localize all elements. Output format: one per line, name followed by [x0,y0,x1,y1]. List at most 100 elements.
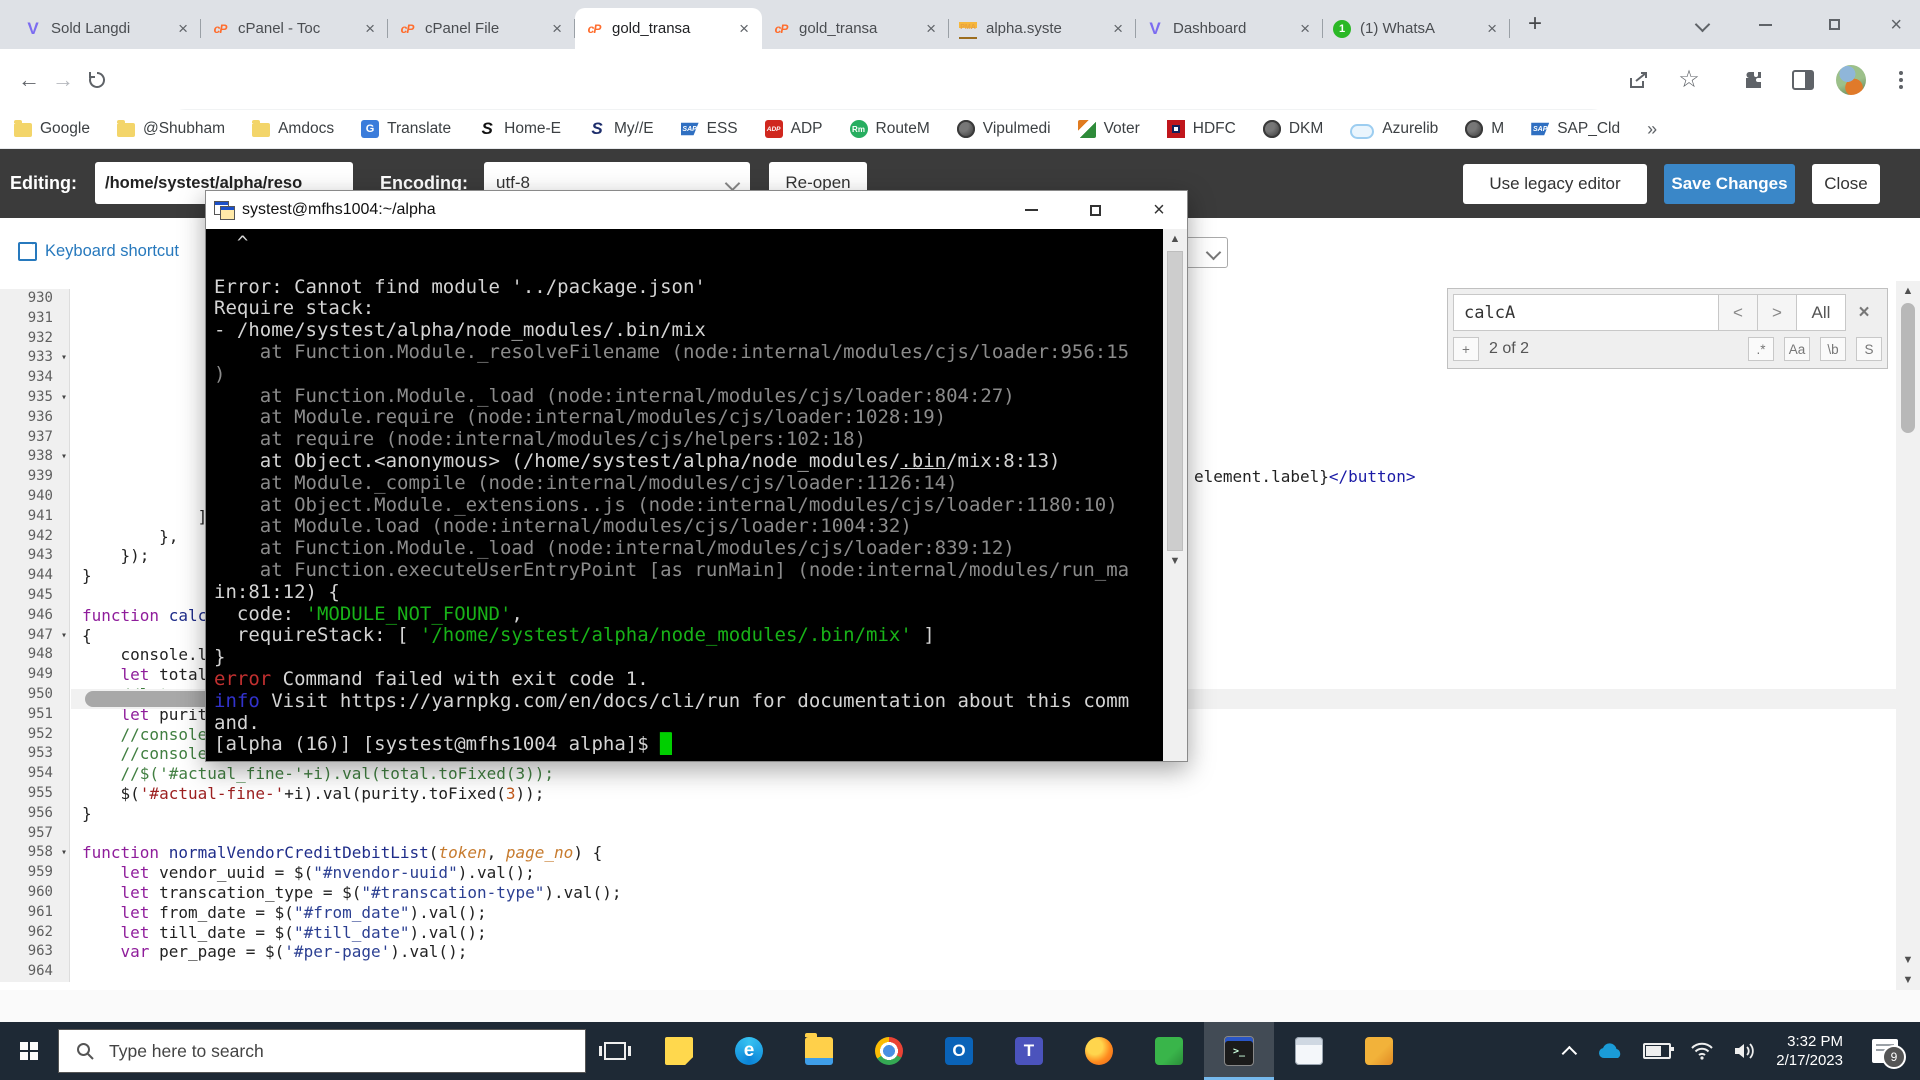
find-next-button[interactable]: > [1757,294,1797,331]
tab-close-icon[interactable]: × [1110,19,1126,38]
browser-tab[interactable]: 1(1) WhatsA× [1323,8,1510,49]
profile-avatar[interactable] [1834,63,1868,97]
bookmark-item[interactable]: SMy//E [588,120,654,138]
bookmark-item[interactable]: Google [14,120,90,138]
vscroll-thumb[interactable] [1901,303,1915,433]
task-view-button[interactable] [586,1022,644,1080]
window-maximize-button[interactable] [1829,0,1840,49]
start-button[interactable] [0,1022,58,1080]
bookmark-item[interactable]: RmRouteM [850,120,930,138]
taskbar-clock[interactable]: 3:32 PM 2/17/2023 [1776,1032,1843,1070]
new-tab-button[interactable]: + [1528,12,1542,36]
taskbar-app-green-app[interactable] [1134,1022,1204,1080]
bookmark-item[interactable]: HDFC [1167,120,1236,138]
window-minimize-button[interactable] [1759,0,1772,49]
terminal-scrollbar[interactable]: ▲ ▼ [1163,229,1187,761]
bookmarks-overflow-chevron[interactable]: » [1647,119,1657,140]
browser-tab[interactable]: PMAalpha.syste× [949,8,1136,49]
terminal-maximize-button[interactable] [1067,191,1123,229]
taskbar-app-file-explorer[interactable] [784,1022,854,1080]
putty-terminal-window[interactable]: systest@mfhs1004:~/alpha × ^ Error: Cann… [205,190,1188,762]
scroll-down-arrow-2[interactable]: ▼ [1903,970,1914,990]
tab-close-icon[interactable]: × [923,19,939,38]
tab-close-icon[interactable]: × [549,19,565,38]
terminal-scroll-thumb[interactable] [1167,251,1183,551]
bookmark-item[interactable]: SHome-E [478,120,561,138]
taskbar-app-calculator[interactable] [1274,1022,1344,1080]
selection-toggle[interactable]: S [1856,337,1882,361]
bookmark-item[interactable]: ADPADP [765,120,823,138]
bookmark-item[interactable]: @Shubham [117,120,225,138]
forward-button[interactable]: → [46,63,80,97]
fold-arrow-icon[interactable]: ▾ [61,626,67,646]
bookmark-item[interactable]: DKM [1263,120,1323,138]
tab-search-button[interactable] [1697,0,1708,49]
fold-arrow-icon[interactable]: ▾ [61,348,67,368]
notification-center-button[interactable]: 9 [1872,1039,1898,1063]
battery-icon[interactable] [1643,1043,1671,1059]
search-input[interactable] [1453,294,1719,331]
terminal-scroll-down[interactable]: ▼ [1170,551,1181,571]
bookmark-star-button[interactable]: ☆ [1672,63,1706,97]
tab-close-icon[interactable]: × [362,19,378,38]
taskbar-app-chrome-browser[interactable] [854,1022,924,1080]
editor-vertical-scrollbar[interactable]: ▲ ▼ ▼ [1896,281,1920,990]
taskbar-app-edge-browser[interactable]: e [714,1022,784,1080]
browser-tab[interactable]: cPcPanel File× [388,8,575,49]
find-close-button[interactable]: × [1846,294,1882,331]
browser-tab[interactable]: VSold Langdi× [14,8,201,49]
taskbar-app-orange-app[interactable] [1344,1022,1414,1080]
tab-close-icon[interactable]: × [1484,19,1500,38]
save-changes-button[interactable]: Save Changes [1664,164,1795,204]
bookmark-item[interactable]: Vipulmedi [957,120,1051,138]
onedrive-icon[interactable] [1596,1042,1624,1060]
scroll-up-arrow[interactable]: ▲ [1903,281,1914,301]
taskbar-app-outlook[interactable]: O [924,1022,994,1080]
whole-word-toggle[interactable]: \b [1820,337,1846,361]
scroll-down-arrow[interactable]: ▼ [1903,950,1914,970]
find-all-button[interactable]: All [1796,294,1846,331]
terminal-title-bar[interactable]: systest@mfhs1004:~/alpha × [206,191,1187,229]
bookmark-item[interactable]: Amdocs [252,120,334,138]
taskbar-app-putty-terminal[interactable]: >_ [1204,1022,1274,1080]
bookmark-item[interactable]: SAPESS [681,120,738,138]
bookmark-item[interactable]: SAPSAP_Cld [1531,120,1620,138]
browser-tab[interactable]: cPcPanel - Toc× [201,8,388,49]
bookmark-item[interactable]: M [1465,120,1504,138]
browser-menu-button[interactable] [1884,63,1918,97]
bookmark-item[interactable]: Azurelib [1350,120,1438,139]
terminal-minimize-button[interactable] [1003,191,1059,229]
close-editor-button[interactable]: Close [1812,164,1880,204]
browser-tab[interactable]: VDashboard× [1136,8,1323,49]
back-button[interactable]: ← [12,63,46,97]
tab-close-icon[interactable]: × [736,19,752,38]
reload-button[interactable] [80,63,114,97]
add-search-button[interactable]: + [1453,337,1479,361]
taskbar-search-box[interactable]: Type here to search [58,1029,586,1073]
taskbar-app-firefox-browser[interactable] [1064,1022,1134,1080]
terminal-scroll-up[interactable]: ▲ [1170,229,1181,249]
bookmark-item[interactable]: GTranslate [361,120,451,138]
share-button[interactable] [1622,63,1656,97]
volume-icon[interactable] [1733,1042,1757,1060]
side-panel-button[interactable] [1786,63,1820,97]
taskbar-app-sticky-notes[interactable] [644,1022,714,1080]
extensions-button[interactable] [1736,63,1770,97]
keyboard-shortcuts-link[interactable]: Keyboard shortcut [18,242,203,261]
bookmark-item[interactable]: Voter [1078,120,1140,138]
tray-overflow-chevron-icon[interactable] [1562,1045,1578,1061]
find-previous-button[interactable]: < [1718,294,1758,331]
tab-close-icon[interactable]: × [175,19,191,38]
browser-tab[interactable]: cPgold_transa× [575,8,762,49]
regex-toggle[interactable]: .* [1748,337,1774,361]
case-toggle[interactable]: Aa [1784,337,1810,361]
taskbar-app-teams[interactable]: T [994,1022,1064,1080]
fold-arrow-icon[interactable]: ▾ [61,447,67,467]
tab-close-icon[interactable]: × [1297,19,1313,38]
browser-tab[interactable]: cPgold_transa× [762,8,949,49]
terminal-close-button[interactable]: × [1131,191,1187,229]
fold-arrow-icon[interactable]: ▾ [61,843,67,863]
wifi-icon[interactable] [1690,1042,1714,1060]
window-close-button[interactable]: × [1890,0,1902,49]
legacy-editor-button[interactable]: Use legacy editor [1463,164,1647,204]
